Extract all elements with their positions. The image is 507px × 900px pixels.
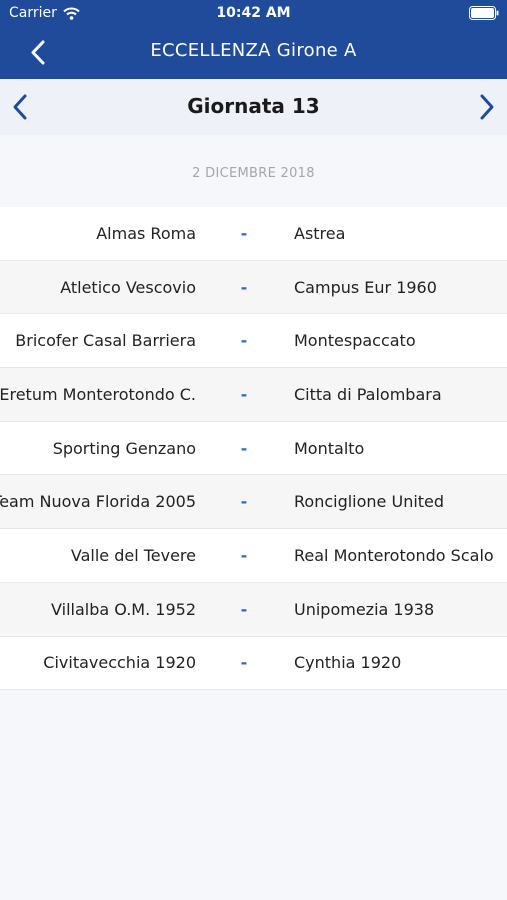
away-team: Citta di Palombara [294,384,442,404]
home-team: Almas Roma [96,223,196,243]
battery-icon [469,6,499,20]
score-separator: - [240,599,248,619]
match-row[interactable]: Bricofer Casal Barriera - Montespaccato [0,314,507,369]
status-time: 10:42 AM [216,5,291,21]
score-separator: - [240,277,248,297]
round-selector: Giornata 13 [0,79,507,135]
page-title: ECCELLENZA Girone A [150,40,357,61]
away-team: Cynthia 1920 [294,653,402,673]
match-row[interactable]: Almas Roma - Astrea [0,207,507,261]
status-bar: Carrier 10:42 AM [0,0,507,28]
score-separator: - [240,384,248,404]
match-date: 2 DICEMBRE 2018 [192,166,315,181]
home-team: Sporting Genzano [52,438,196,458]
away-team: Real Monterotondo Scalo [294,545,494,565]
away-team: Astrea [294,223,346,243]
away-team: Unipomezia 1938 [294,599,435,619]
home-team: Bricofer Casal Barriera [15,331,196,351]
match-row[interactable]: Villalba O.M. 1952 - Unipomezia 1938 [0,582,507,637]
score-separator: - [240,438,248,458]
home-team: Eretum Monterotondo C. [0,384,196,404]
home-team: Villalba O.M. 1952 [51,599,196,619]
score-separator: - [240,545,248,565]
next-round-chevron-icon[interactable] [471,91,501,123]
score-separator: - [240,492,248,512]
match-row[interactable]: Sporting Genzano - Montalto [0,421,507,476]
home-team: Atletico Vescovio [60,277,196,297]
match-row[interactable]: Atletico Vescovio - Campus Eur 1960 [0,260,507,315]
top-bar: Carrier 10:42 AM ECCELLENZA Girone A [0,0,507,79]
match-row[interactable]: Valle del Tevere - Real Monterotondo Sca… [0,529,507,583]
match-row[interactable]: Eretum Monterotondo C. - Citta di Palomb… [0,368,507,422]
away-team: Ronciglione United [294,492,445,512]
nav-bar: ECCELLENZA Girone A [0,28,507,79]
score-separator: - [240,653,248,673]
away-team: Campus Eur 1960 [294,277,437,297]
score-separator: - [240,331,248,351]
away-team: Montespaccato [294,331,416,351]
match-row[interactable]: Civitavecchia 1920 - Cynthia 1920 [0,636,507,691]
home-team: Civitavecchia 1920 [43,653,196,673]
round-title: Giornata 13 [187,94,320,118]
match-list: Almas Roma - Astrea Atletico Vescovio - … [0,207,507,691]
match-row[interactable]: Team Nuova Florida 2005 - Ronciglione Un… [0,475,507,530]
home-team: Valle del Tevere [70,545,196,565]
away-team: Montalto [294,438,365,458]
home-team: Team Nuova Florida 2005 [0,492,196,512]
score-separator: - [240,223,248,243]
